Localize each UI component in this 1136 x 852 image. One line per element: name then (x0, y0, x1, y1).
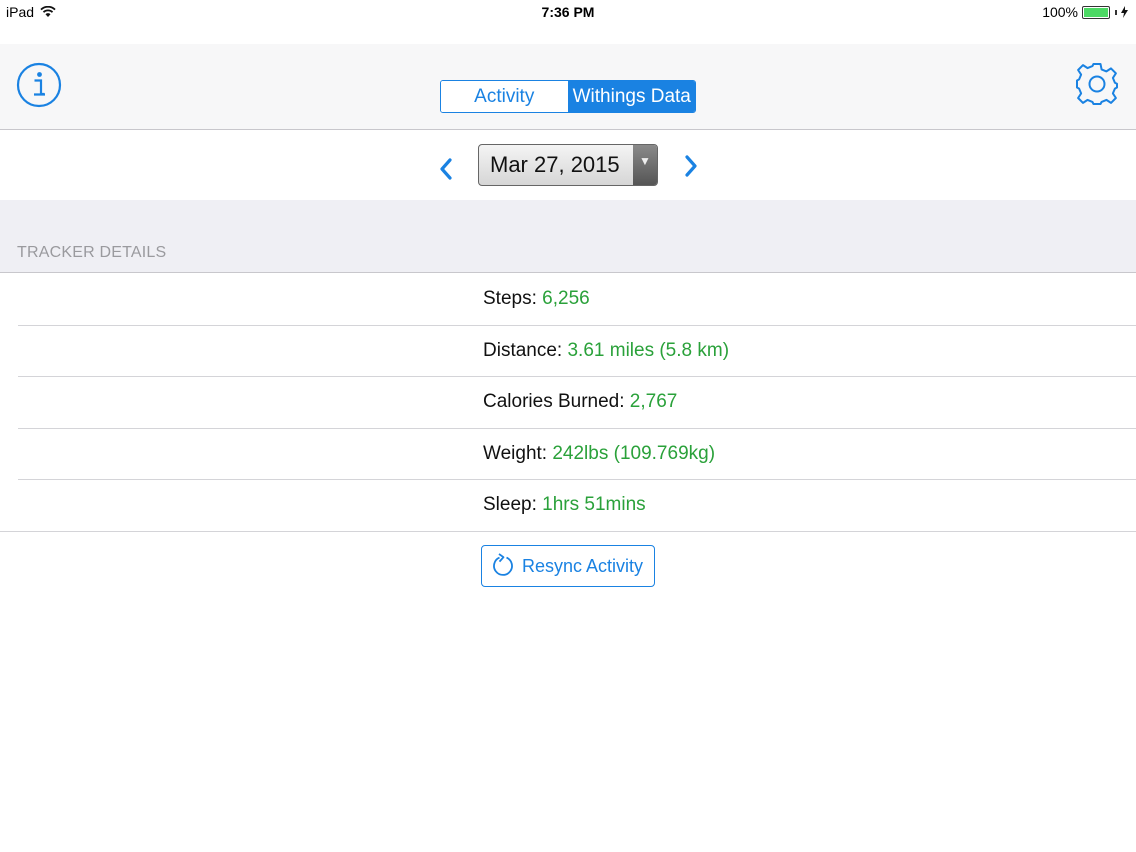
segment-withings-data[interactable]: Withings Data (567, 81, 695, 112)
detail-row-distance: Distance: 3.61 miles (5.8 km) (0, 326, 1136, 378)
status-bar: iPad 7:36 PM 100% (0, 0, 1136, 24)
detail-value: 3.61 miles (5.8 km) (567, 339, 730, 361)
detail-label: Calories Burned: (483, 391, 630, 413)
detail-value: 6,256 (542, 288, 590, 309)
chevron-right-icon (685, 155, 697, 177)
charging-icon (1121, 6, 1128, 18)
detail-value: 2,767 (629, 391, 678, 413)
detail-content: Distance: 3.61 miles (5.8 km) (483, 340, 729, 362)
resync-label: Resync Activity (522, 555, 644, 576)
detail-content: Sleep: 1hrs 51mins (483, 494, 646, 516)
detail-content: Calories Burned: 2,767 (483, 391, 677, 413)
next-day-button[interactable] (679, 152, 703, 180)
detail-label: Sleep: (483, 494, 543, 516)
previous-day-button[interactable] (434, 155, 458, 183)
info-button[interactable] (16, 62, 62, 108)
settings-button[interactable] (1074, 61, 1120, 107)
detail-value: 1hrs 51mins (542, 494, 646, 516)
detail-row-sleep: Sleep: 1hrs 51mins (0, 480, 1136, 532)
detail-value: 242lbs (109.769kg) (552, 442, 716, 464)
tracker-details-list: Steps: 6,256 Distance: 3.61 miles (5.8 k… (0, 274, 1136, 532)
section-title: TRACKER DETAILS (17, 244, 167, 261)
chevron-left-icon (440, 158, 452, 180)
date-selector-row: Mar 27, 2015 ▼ (0, 131, 1136, 200)
status-right: 100% (1042, 4, 1128, 20)
detail-label: Distance: (483, 339, 568, 361)
info-icon (16, 62, 62, 108)
view-segmented-control[interactable]: Activity Withings Data (440, 80, 696, 113)
battery-fill (1084, 7, 1108, 17)
detail-content: Steps: 6,256 (483, 288, 590, 310)
detail-row-calories: Calories Burned: 2,767 (0, 377, 1136, 429)
detail-row-steps: Steps: 6,256 (0, 274, 1136, 326)
detail-row-weight: Weight: 242lbs (109.769kg) (0, 429, 1136, 481)
dropdown-arrow-icon: ▼ (633, 145, 657, 185)
battery-tip (1115, 9, 1117, 15)
date-picker[interactable]: Mar 27, 2015 ▼ (478, 144, 658, 186)
detail-label: Weight: (483, 442, 553, 464)
battery-icon (1082, 5, 1110, 19)
gear-icon (1076, 63, 1118, 105)
segment-activity[interactable]: Activity (441, 81, 568, 112)
navigation-bar: Activity Withings Data (0, 44, 1136, 130)
date-value: Mar 27, 2015 (490, 152, 620, 177)
status-time: 7:36 PM (541, 4, 595, 20)
section-header: TRACKER DETAILS (0, 200, 1136, 273)
refresh-icon (493, 553, 513, 576)
detail-content: Weight: 242lbs (109.769kg) (483, 443, 715, 465)
resync-activity-button[interactable]: Resync Activity (481, 545, 655, 587)
battery-percent: 100% (1042, 4, 1078, 20)
detail-label: Steps: (483, 288, 543, 309)
